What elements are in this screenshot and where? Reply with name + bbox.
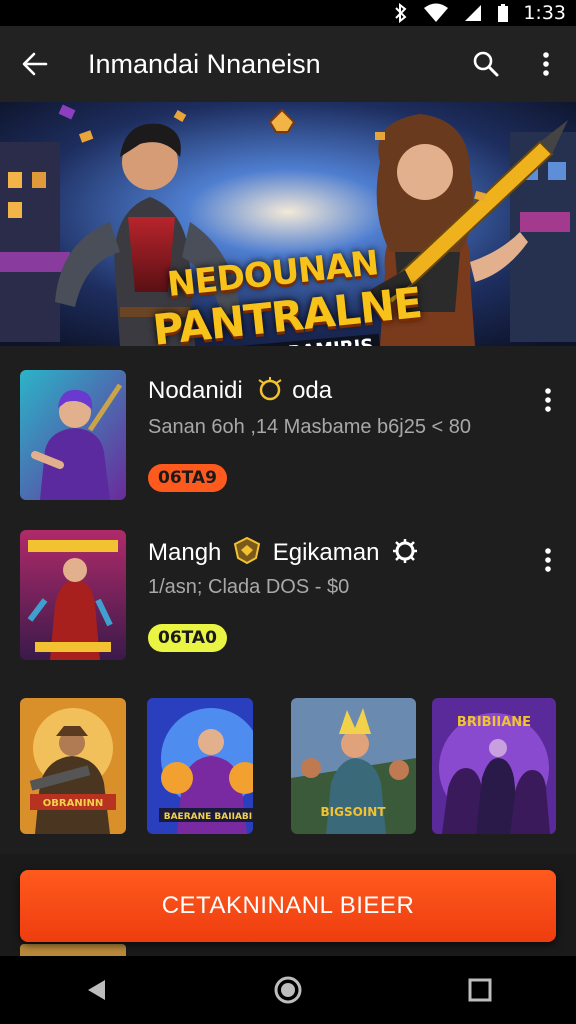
more-vert-icon xyxy=(543,52,549,76)
item-title: Mangh Egikaman xyxy=(148,536,418,571)
item-subtitle: Sanan 6oh ,14 Masbame b6j25 < 80 xyxy=(148,416,472,438)
grid-game-card[interactable]: OBRANINN xyxy=(20,698,126,834)
list-item[interactable]: Nodanidi oda Sanan 6oh ,14 Masbame b6j25… xyxy=(0,368,576,518)
item-menu-button[interactable] xyxy=(532,380,564,420)
svg-text:OBRANINN: OBRANINN xyxy=(43,798,103,809)
nav-back-button[interactable] xyxy=(66,960,126,1020)
nav-recents-button[interactable] xyxy=(450,960,510,1020)
app-bar: Inmandai Nnaneisn xyxy=(0,26,576,102)
more-vert-icon xyxy=(545,388,551,412)
battery-icon xyxy=(497,3,509,23)
bluetooth-icon xyxy=(393,3,409,23)
more-vert-icon xyxy=(545,548,551,572)
search-icon xyxy=(473,51,499,77)
back-button[interactable] xyxy=(0,26,70,102)
hero-banner[interactable]: NEDOUNAN PANTRALNE SEHNOH BAMIRIS xyxy=(0,102,576,346)
back-arrow-icon xyxy=(22,52,48,76)
svg-text:BAERANE BAIIABIE: BAERANE BAIIABIE xyxy=(164,812,253,822)
game-thumbnail xyxy=(20,530,126,660)
shield-icon xyxy=(232,536,262,571)
item-menu-button[interactable] xyxy=(532,540,564,580)
home-circle-icon xyxy=(274,976,302,1004)
price-badge: 06TA9 xyxy=(148,464,227,492)
search-button[interactable] xyxy=(456,26,516,102)
system-nav-bar xyxy=(0,956,576,1024)
signal-icon xyxy=(463,3,483,23)
primary-cta-button[interactable]: CETAKNINANL BIEER xyxy=(20,870,556,942)
wifi-icon xyxy=(423,3,449,23)
gear-icon xyxy=(392,538,418,571)
peek-card xyxy=(20,944,126,956)
item-title: Nodanidi oda xyxy=(148,376,332,409)
grid-game-card[interactable]: BRIBIIANE xyxy=(432,698,556,834)
back-triangle-icon xyxy=(88,980,105,1000)
trophy-icon xyxy=(255,376,285,409)
svg-text:BRIBIIANE: BRIBIIANE xyxy=(457,715,531,730)
price-badge: 06TA0 xyxy=(148,624,227,652)
status-time: 1:33 xyxy=(523,2,566,24)
grid-game-card[interactable]: BIGSOINT xyxy=(291,698,416,834)
item-subtitle: 1/asn; Clada DOS - $0 xyxy=(148,576,350,598)
svg-text:BIGSOINT: BIGSOINT xyxy=(321,805,387,819)
list-item[interactable]: Mangh Egikaman 1/asn; Clada DOS - $0 06T… xyxy=(0,528,576,678)
bottom-area: CETAKNINANL BIEER xyxy=(0,854,576,956)
grid-game-card[interactable]: BAERANE BAIIABIE xyxy=(147,698,253,834)
status-bar: 1:33 xyxy=(0,0,576,26)
nav-home-button[interactable] xyxy=(258,960,318,1020)
recents-square-icon xyxy=(468,978,492,1002)
content-area: Nodanidi oda Sanan 6oh ,14 Masbame b6j25… xyxy=(0,346,576,854)
page-title: Inmandai Nnaneisn xyxy=(88,48,321,79)
game-thumbnail xyxy=(20,370,126,500)
game-grid: OBRANINN BAERANE BAIIABIE BIGSOINT BRIBI… xyxy=(20,698,556,834)
overflow-menu-button[interactable] xyxy=(516,26,576,102)
